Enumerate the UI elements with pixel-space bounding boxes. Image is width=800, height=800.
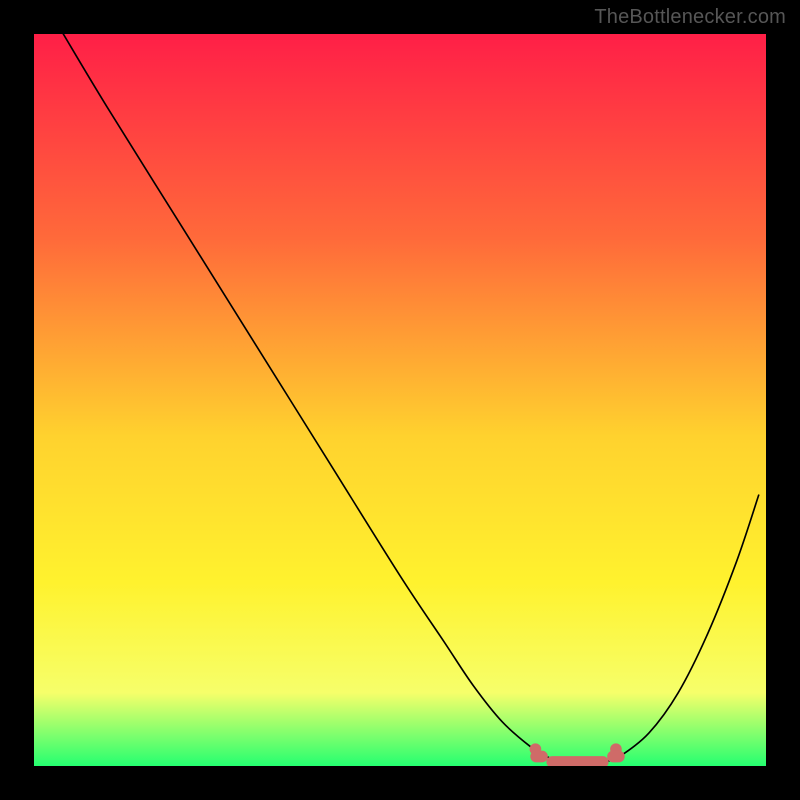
chart-plot-area (34, 34, 766, 766)
chart-svg (34, 34, 766, 766)
gradient-background (34, 34, 766, 766)
plateau-band-left (530, 751, 548, 763)
plateau-band-center (546, 756, 608, 766)
attribution-label: TheBottlenecker.com (594, 6, 786, 29)
root: TheBottlenecker.com (0, 0, 800, 800)
plateau-band-right (607, 751, 625, 763)
